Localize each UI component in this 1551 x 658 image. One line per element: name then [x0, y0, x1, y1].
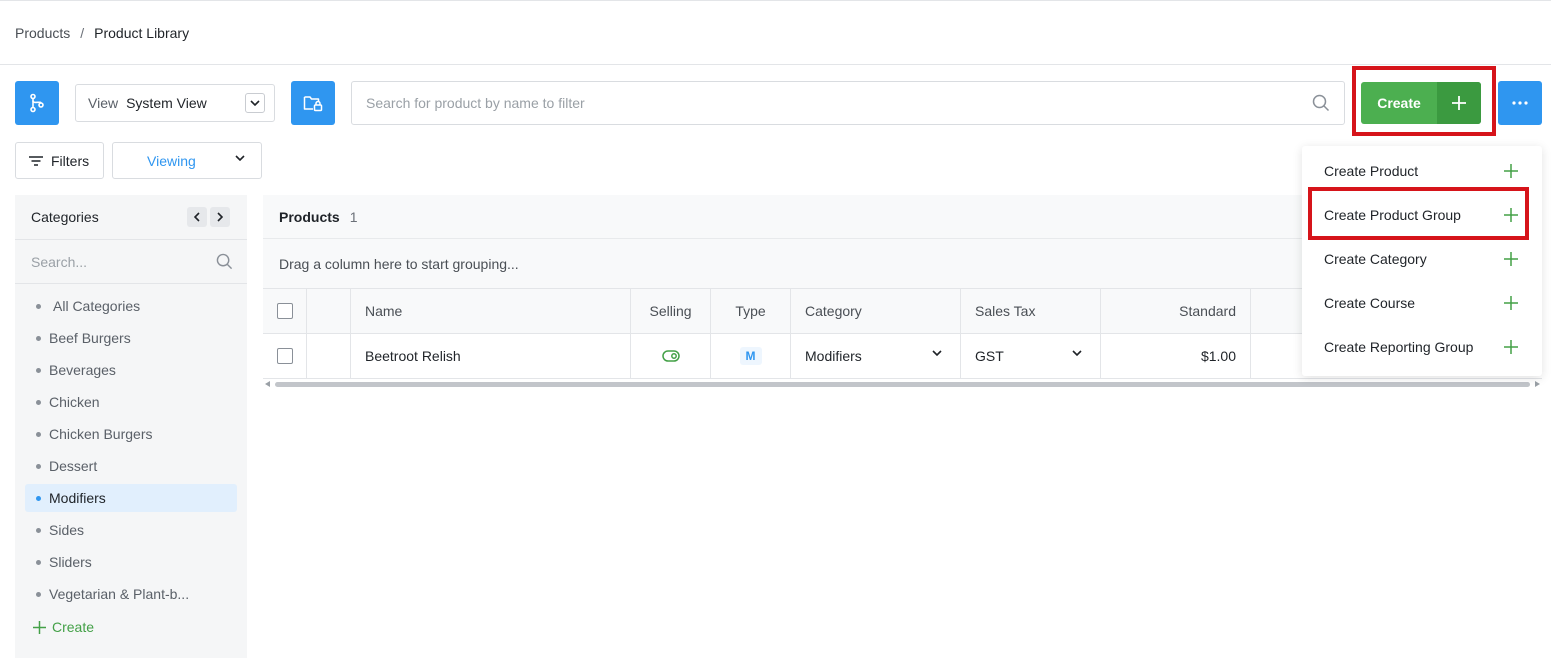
chevron-down-icon — [932, 350, 942, 356]
branch-icon — [30, 93, 44, 113]
filters-button[interactable]: Filters — [15, 142, 104, 179]
menu-item-label: Create Course — [1324, 295, 1416, 311]
cell-name[interactable]: Beetroot Relish — [351, 334, 631, 378]
chevron-left-icon — [194, 212, 200, 222]
type-badge: M — [739, 347, 762, 365]
menu-item-label: Create Category — [1324, 251, 1427, 267]
view-value: System View — [126, 95, 207, 111]
sidebar-collapse-button[interactable] — [187, 207, 207, 227]
product-search — [351, 81, 1345, 125]
view-select[interactable]: View System View — [75, 84, 275, 122]
select-all-cell — [263, 289, 307, 333]
menu-item-label: Create Reporting Group — [1324, 339, 1474, 355]
header-divider — [0, 64, 1551, 65]
categories-sidebar: Categories All Categories Beef Burgers B… — [15, 195, 247, 658]
filter-icon — [29, 155, 43, 166]
row-select-cell — [263, 334, 307, 378]
branch-button[interactable] — [15, 81, 59, 125]
plus-icon — [1504, 340, 1518, 354]
row-checkbox[interactable] — [276, 348, 293, 364]
breadcrumb: Products / Product Library — [15, 24, 189, 42]
search-icon — [216, 253, 233, 270]
chevron-right-icon — [217, 212, 223, 222]
breadcrumb-products[interactable]: Products — [15, 25, 70, 41]
top-border — [0, 0, 1551, 1]
category-search — [15, 239, 247, 284]
sidebar-expand-button[interactable] — [210, 207, 230, 227]
products-title: Products — [279, 208, 340, 225]
category-item-sides[interactable]: Sides — [25, 516, 237, 544]
create-dropdown-menu: Create Product Create Product Group Crea… — [1302, 146, 1542, 376]
category-item-all[interactable]: All Categories — [25, 292, 237, 320]
chevron-down-icon — [1072, 350, 1082, 356]
scrollbar-thumb[interactable] — [275, 382, 1530, 387]
view-label: View — [88, 95, 119, 111]
cell-category[interactable]: Modifiers — [791, 334, 961, 378]
categories-header: Categories — [15, 195, 247, 239]
column-header-selling[interactable]: Selling — [631, 289, 711, 333]
column-header-name[interactable]: Name — [351, 289, 631, 333]
menu-item-create-reporting-group[interactable]: Create Reporting Group — [1302, 325, 1542, 369]
folder-lock-icon — [303, 96, 323, 112]
product-search-input[interactable] — [352, 82, 1282, 124]
plus-icon — [1504, 252, 1518, 266]
create-category-label: Create — [52, 619, 95, 635]
search-icon — [1312, 94, 1330, 112]
horizontal-scrollbar[interactable] — [263, 379, 1542, 389]
viewing-select[interactable]: Viewing — [112, 142, 262, 179]
category-item-modifiers[interactable]: Modifiers — [25, 484, 237, 512]
select-all-checkbox[interactable] — [276, 303, 293, 319]
category-item-sliders[interactable]: Sliders — [25, 548, 237, 576]
category-item-beverages[interactable]: Beverages — [25, 356, 237, 384]
blank-header-cell — [307, 289, 351, 333]
create-category-link[interactable]: Create — [33, 619, 94, 635]
more-horizontal-icon — [1512, 101, 1528, 105]
cell-sales-tax[interactable]: GST — [961, 334, 1101, 378]
plus-icon — [1504, 296, 1518, 310]
category-item-vegetarian[interactable]: Vegetarian & Plant-b... — [25, 580, 237, 608]
category-item-chicken[interactable]: Chicken — [25, 388, 237, 416]
view-chevron[interactable] — [245, 93, 265, 113]
viewing-label: Viewing — [147, 152, 196, 169]
breadcrumb-current: Product Library — [94, 25, 190, 41]
cell-type: M — [711, 334, 791, 378]
cell-selling — [631, 334, 711, 378]
category-list: All Categories Beef Burgers Beverages Ch… — [15, 284, 247, 608]
filters-label: Filters — [51, 152, 90, 169]
column-header-category[interactable]: Category — [791, 289, 961, 333]
row-blank-cell — [307, 334, 351, 378]
category-item-dessert[interactable]: Dessert — [25, 452, 237, 480]
scroll-right-arrow[interactable] — [1535, 381, 1540, 387]
chevron-down-icon — [235, 155, 245, 161]
menu-item-create-course[interactable]: Create Course — [1302, 281, 1542, 325]
category-search-input[interactable] — [15, 240, 195, 283]
toggle-on-icon[interactable] — [661, 350, 680, 362]
more-button[interactable] — [1498, 81, 1542, 125]
cell-category-value: Modifiers — [805, 348, 862, 364]
menu-item-create-category[interactable]: Create Category — [1302, 237, 1542, 281]
product-group-highlight-box — [1308, 187, 1529, 240]
chevron-down-icon — [250, 100, 260, 106]
products-count: 1 — [349, 208, 358, 225]
plus-icon — [33, 620, 46, 634]
create-highlight-box — [1352, 66, 1496, 136]
category-item-chicken-burgers[interactable]: Chicken Burgers — [25, 420, 237, 448]
plus-icon — [1504, 164, 1518, 178]
scroll-left-arrow[interactable] — [265, 381, 270, 387]
column-header-standard[interactable]: Standard — [1101, 289, 1251, 333]
categories-title: Categories — [31, 209, 99, 225]
folder-lock-button[interactable] — [291, 81, 335, 125]
column-header-type[interactable]: Type — [711, 289, 791, 333]
menu-item-label: Create Product — [1324, 163, 1419, 179]
cell-sales-tax-value: GST — [975, 348, 1004, 364]
breadcrumb-separator: / — [80, 25, 85, 41]
category-item-beef-burgers[interactable]: Beef Burgers — [25, 324, 237, 352]
cell-standard-price[interactable]: $1.00 — [1101, 334, 1251, 378]
column-header-sales-tax[interactable]: Sales Tax — [961, 289, 1101, 333]
